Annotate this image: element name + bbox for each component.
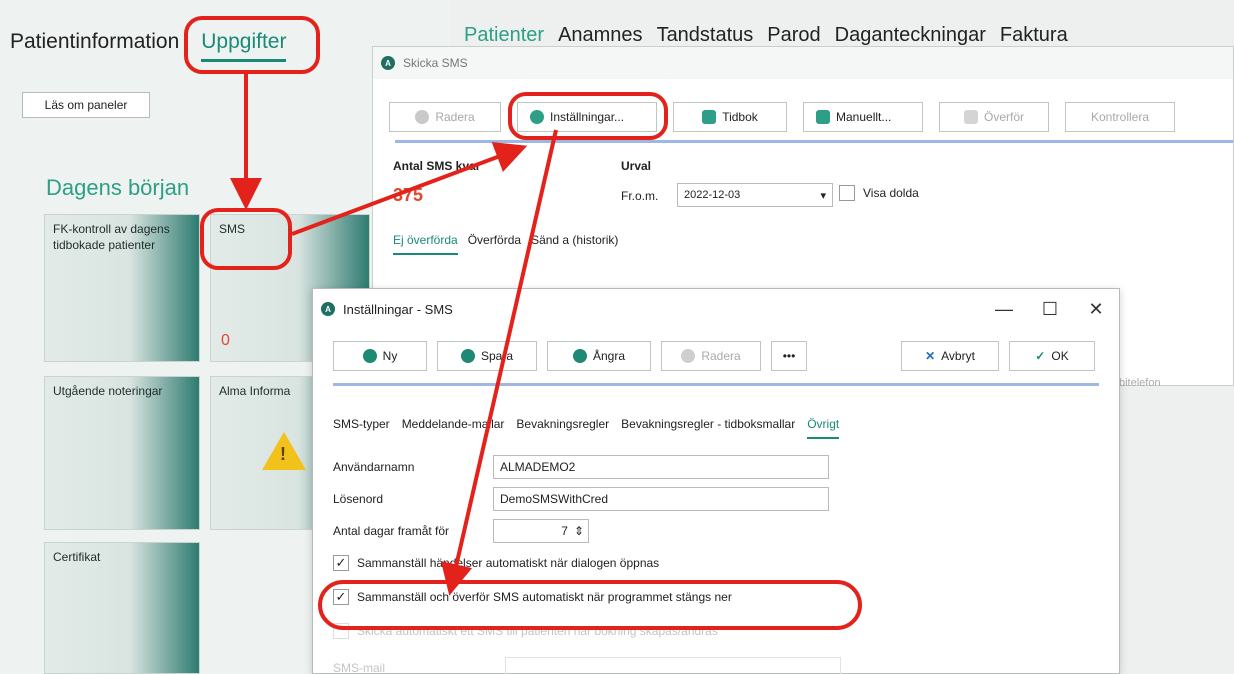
annotation-arrows (230, 74, 558, 596)
annotation-arrow-to-checkbox (440, 129, 558, 596)
annotation-arrow-to-installningar (291, 142, 528, 236)
